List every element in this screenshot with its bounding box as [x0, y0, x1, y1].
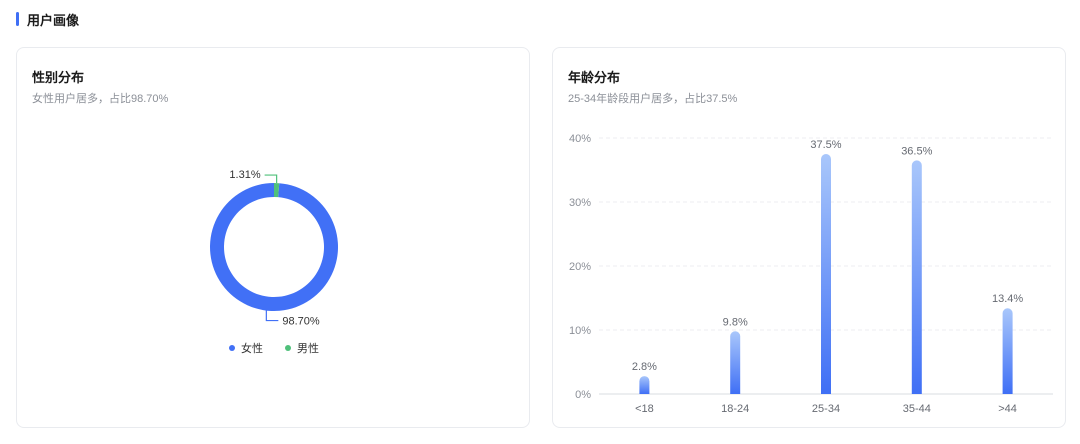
bar-1	[730, 331, 741, 394]
section-accent-bar	[16, 12, 19, 26]
x-tick-label: <18	[635, 403, 654, 415]
legend-dot-male	[285, 345, 291, 351]
legend-label-female: 女性	[241, 343, 263, 355]
bar-value-label: 9.8%	[723, 316, 748, 328]
donut-label-male: 1.31%	[229, 169, 260, 181]
legend-label-male: 男性	[297, 343, 319, 355]
legend-item-male[interactable]: 男性	[285, 340, 319, 356]
age-card: 年龄分布 25-34年龄段用户居多，占比37.5% 0% 10% 20% 30% 40%…	[552, 47, 1066, 428]
bar-4	[1002, 308, 1013, 394]
bar-value-label: 36.5%	[901, 145, 932, 157]
legend-item-female[interactable]: 女性	[229, 340, 263, 356]
gender-legend: 女性 男性	[17, 340, 531, 356]
x-tick-label: >44	[998, 403, 1017, 415]
donut-leader-male	[264, 174, 278, 184]
section-header: 用户画像	[16, 10, 79, 28]
donut-slice-female	[210, 183, 338, 311]
bar-value-label: 37.5%	[810, 139, 841, 151]
donut-leader-female	[265, 310, 279, 322]
x-tick-label: 18-24	[721, 403, 749, 415]
bar-2	[821, 154, 831, 394]
bar-value-label: 2.8%	[632, 361, 657, 373]
x-tick-label: 25-34	[812, 403, 840, 415]
x-tick-label: 35-44	[903, 403, 931, 415]
gender-card: 性别分布 女性用户居多，占比98.70% 1.31% 98.70% 女性 男性	[16, 47, 530, 428]
section-title: 用户画像	[27, 12, 80, 28]
age-bar-chart: 0% 10% 20% 30% 40% 2.8% <18 9.8% 18-24 37.5% 25-34…	[569, 133, 1053, 415]
donut-label-female: 98.70%	[282, 316, 320, 328]
bar-0	[639, 376, 650, 394]
y-tick-label: 30%	[569, 197, 591, 209]
bar-value-label: 13.4%	[992, 293, 1023, 305]
y-tick-label: 10%	[569, 325, 591, 337]
legend-dot-female	[229, 345, 235, 351]
gender-donut-chart: 1.31% 98.70%	[210, 169, 338, 328]
bar-3	[911, 160, 922, 394]
y-tick-label: 20%	[569, 261, 591, 273]
y-tick-label: 40%	[569, 133, 591, 145]
y-tick-label: 0%	[575, 389, 591, 401]
